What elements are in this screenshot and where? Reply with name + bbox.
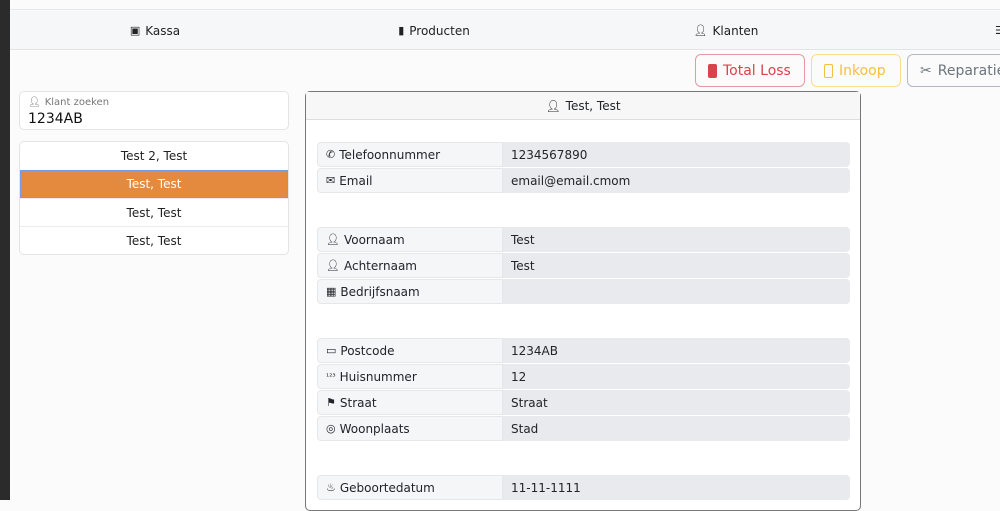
field-row-postcode: ▭ Postcode 1234AB xyxy=(317,338,850,363)
field-row-woonplaats: ◎ Woonplaats Stad xyxy=(317,416,850,441)
person-lines-icon: 👤︎ xyxy=(326,233,340,246)
field-value[interactable]: Straat xyxy=(503,390,850,415)
geo-pin-icon: ◎ xyxy=(326,422,336,435)
side-dock xyxy=(0,0,10,500)
total-loss-button[interactable]: Total Loss xyxy=(695,54,805,87)
field-value[interactable]: 11-11-1111 xyxy=(503,475,850,500)
list-item[interactable]: Test, Test xyxy=(20,198,288,226)
field-value[interactable]: Stad xyxy=(503,416,850,441)
list-item-active[interactable]: Test, Test xyxy=(20,170,288,198)
field-row-huisnummer: ¹²³ Huisnummer 12 xyxy=(317,364,850,389)
reparatie-button[interactable]: ✂ Reparatie xyxy=(907,54,1000,87)
search-input[interactable] xyxy=(28,111,280,127)
register-icon: ▣ xyxy=(129,24,141,37)
123-icon: ¹²³ xyxy=(326,372,336,381)
field-value[interactable]: 1234567890 xyxy=(503,142,850,167)
field-label: ▭ Postcode xyxy=(317,338,503,363)
envelope-icon: ✉ xyxy=(326,174,336,187)
tools-icon: ✂ xyxy=(920,62,932,79)
field-value[interactable]: 12 xyxy=(503,364,850,389)
mailbox-icon: ▭ xyxy=(326,344,337,357)
telephone-icon: ✆ xyxy=(326,148,336,161)
person-icon: 👤︎ xyxy=(545,98,561,113)
field-label: ⚑ Straat xyxy=(317,390,503,415)
phone-icon: ▮ xyxy=(398,24,405,37)
field-label: ✆ Telefoonnummer xyxy=(317,142,503,167)
field-label: 👤︎ Achternaam xyxy=(317,253,503,278)
field-row-email: ✉ Email email@email.cmom xyxy=(317,168,850,193)
field-value[interactable]: email@email.cmom xyxy=(503,168,850,193)
list-icon: ☰ xyxy=(995,24,1000,37)
inkoop-button[interactable]: Inkoop xyxy=(811,54,901,87)
person-lines-icon: 👤︎ xyxy=(326,259,340,272)
field-row-straat: ⚑ Straat Straat xyxy=(317,390,850,415)
field-label: ◎ Woonplaats xyxy=(317,416,503,441)
person-lines-icon: 👤︎ xyxy=(693,24,708,37)
card-header: 👤︎ Test, Test xyxy=(306,92,860,120)
list-item[interactable]: Test, Test xyxy=(20,226,288,254)
nav-v[interactable]: ☰V xyxy=(995,11,1000,50)
nav-producten[interactable]: ▮ Producten xyxy=(398,11,470,50)
field-value[interactable]: 1234AB xyxy=(503,338,850,363)
field-row-telefoonnummer: ✆ Telefoonnummer 1234567890 xyxy=(317,142,850,167)
field-row-achternaam: 👤︎ Achternaam Test xyxy=(317,253,850,278)
nav-klanten[interactable]: 👤︎ Klanten xyxy=(694,11,759,50)
field-row-geboortedatum: ♨ Geboortedatum 11-11-1111 xyxy=(317,475,850,500)
person-icon: 👤︎ xyxy=(28,97,41,108)
customer-list: Test 2, Test Test, Test Test, Test Test,… xyxy=(19,141,289,255)
field-row-voornaam: 👤︎ Voornaam Test xyxy=(317,227,850,252)
field-label: 👤︎ Voornaam xyxy=(317,227,503,252)
field-label: ♨ Geboortedatum xyxy=(317,475,503,500)
top-bar xyxy=(10,0,1000,10)
phone-icon xyxy=(708,63,717,78)
field-value[interactable]: Test xyxy=(503,253,850,278)
field-label: ✉ Email xyxy=(317,168,503,193)
main-nav: ▣Kassa ▮Producten 👤︎Klanten ☰V xyxy=(10,11,1000,50)
field-value[interactable] xyxy=(503,279,850,304)
field-value[interactable]: Test xyxy=(503,227,850,252)
customer-search[interactable]: 👤︎ Klant zoeken xyxy=(19,91,289,130)
cake-icon: ♨ xyxy=(326,481,336,494)
phone-icon xyxy=(824,63,833,78)
nav-kassa[interactable]: ▣ Kassa xyxy=(130,11,180,50)
field-row-bedrijfsnaam: ▦ Bedrijfsnaam xyxy=(317,279,850,304)
field-label: ▦ Bedrijfsnaam xyxy=(317,279,503,304)
building-icon: ▦ xyxy=(326,285,337,298)
field-label: ¹²³ Huisnummer xyxy=(317,364,503,389)
list-item[interactable]: Test 2, Test xyxy=(20,142,288,170)
customer-detail-card: 👤︎ Test, Test ✆ Telefoonnummer 1234567890 ✉ E… xyxy=(305,91,861,511)
signpost-icon: ⚑ xyxy=(326,396,336,409)
